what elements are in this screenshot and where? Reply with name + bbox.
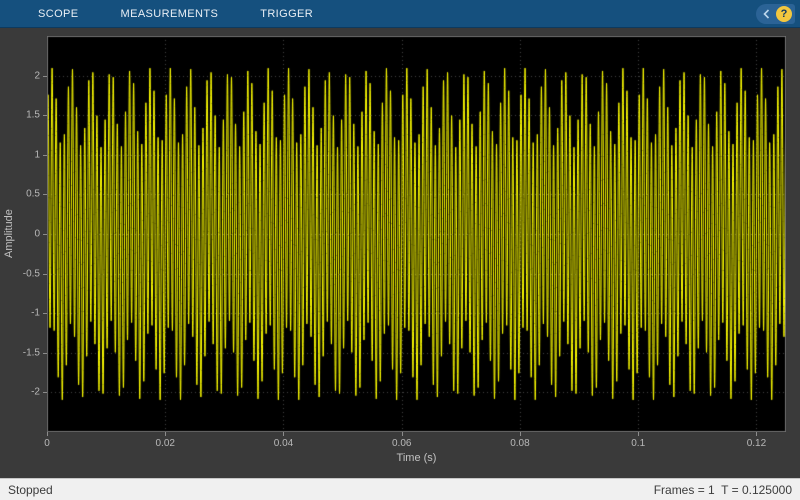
x-tick-label: 0.08 [510,438,530,449]
y-tick-label: -2 [31,386,40,398]
x-tick-label: 0 [44,438,50,449]
y-axis-label: Amplitude [3,209,15,259]
x-tick-label: 0.06 [391,438,412,449]
x-tick-mark [283,432,284,436]
y-tick-label: 0.5 [26,188,40,200]
x-tick-mark [638,432,639,436]
toolstrip-tabs: SCOPE MEASUREMENTS TRIGGER [0,0,313,27]
y-tick-label: -0.5 [22,268,40,280]
x-tick-label: 0.1 [631,438,646,449]
x-tick-label: 0.04 [273,438,294,449]
y-tick-label: -1.5 [22,347,40,359]
chevron-left-icon [763,9,770,19]
tab-measurements[interactable]: MEASUREMENTS [121,0,219,27]
toolstrip-right-controls: ? [756,4,795,24]
y-tick-label: 1.5 [26,109,40,121]
toolstrip-collapse-pill[interactable]: ? [756,4,795,24]
toolstrip: SCOPE MEASUREMENTS TRIGGER ? [0,0,800,28]
x-tick-label: 0.12 [746,438,767,449]
status-text: Stopped [8,482,53,497]
help-button[interactable]: ? [776,6,792,22]
x-tick-mark [402,432,403,436]
tab-scope[interactable]: SCOPE [38,0,79,27]
plot-canvas[interactable] [47,36,786,432]
status-bar: Stopped Frames = 1 T = 0.125000 [0,478,800,500]
tab-trigger[interactable]: TRIGGER [260,0,313,27]
y-tick-label: 0 [34,228,40,240]
x-tick-label: 0.02 [155,438,175,449]
frames-info: Frames = 1 T = 0.125000 [653,482,792,497]
x-tick-mark [520,432,521,436]
x-tick-mark [756,432,757,436]
y-tick-label: -1 [31,307,40,319]
y-tick-label: 1 [34,149,40,161]
x-tick-mark [165,432,166,436]
x-axis-label: Time (s) [396,452,437,464]
scope-display-area: 2 1.5 1 0.5 0 -0.5 -1 -1.5 -2 0 0.02 0.04 0.06 0.08 0… [0,28,800,478]
x-tick-mark [47,432,48,436]
y-tick-label: 2 [34,70,40,82]
help-icon: ? [780,8,788,20]
time-scope-window: SCOPE MEASUREMENTS TRIGGER ? 2 1.5 1 0.5 0 -0… [0,0,800,500]
